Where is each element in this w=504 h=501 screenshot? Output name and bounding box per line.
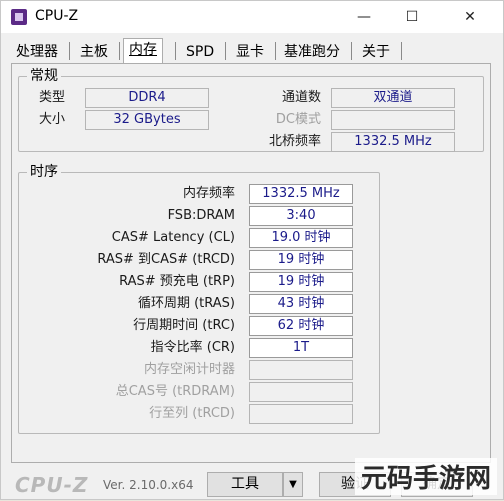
dc-mode-value	[331, 110, 455, 130]
type-label: 类型	[39, 90, 66, 105]
timing-value-trcd: 19 时钟	[249, 250, 353, 270]
timing-label-idle-timer: 内存空闲计时器	[143, 362, 235, 377]
memory-panel: 常规 类型 DDR4 大小 32 GBytes 通道数 双通道 DC模式 北桥频…	[11, 63, 491, 463]
title-bar[interactable]: CPU-Z — ☐ ✕	[1, 1, 503, 33]
channels-value: 双通道	[331, 88, 455, 108]
tab-about[interactable]: 关于	[357, 41, 395, 63]
timing-value-idle-timer	[249, 360, 353, 380]
tab-divider	[401, 42, 402, 60]
tab-bench[interactable]: 基准跑分	[279, 41, 345, 63]
timing-label-mem-frequency: 内存频率	[182, 186, 235, 201]
timing-value-fsb-dram: 3:40	[249, 206, 353, 226]
tab-divider	[225, 42, 226, 60]
nb-frequency-value: 1332.5 MHz	[331, 132, 455, 152]
tab-memory[interactable]: 内存	[123, 38, 163, 65]
timing-value-tras: 43 时钟	[249, 294, 353, 314]
tab-processor[interactable]: 处理器	[11, 41, 63, 63]
general-group-title: 常规	[27, 67, 61, 85]
timing-value-cas-latency: 19.0 时钟	[249, 228, 353, 248]
cpuz-window: CPU-Z — ☐ ✕ 处理器 主板 内存 SPD 显卡 基准跑分 关于 常规 …	[0, 0, 504, 500]
timing-value-trp: 19 时钟	[249, 272, 353, 292]
timing-label-tras: 循环周期 (tRAS)	[137, 296, 235, 311]
version-label: Ver. 2.10.0.x64	[103, 478, 194, 492]
timings-group: 时序 内存频率 1332.5 MHz FSB:DRAM 3:40 CAS# La…	[18, 163, 380, 434]
timing-value-command-rate: 1T	[249, 338, 353, 358]
nb-frequency-label: 北桥频率	[268, 134, 321, 149]
tools-button[interactable]: 工具	[207, 472, 283, 497]
timing-value-trc: 62 时钟	[249, 316, 353, 336]
size-value: 32 GBytes	[85, 110, 209, 130]
tab-divider	[275, 42, 276, 60]
tab-mainboard[interactable]: 主板	[75, 41, 113, 63]
general-group: 常规 类型 DDR4 大小 32 GBytes 通道数 双通道 DC模式 北桥频…	[18, 67, 484, 152]
timing-label-trp: RAS# 预充电 (tRP)	[119, 274, 235, 289]
close-button[interactable]: ✕	[447, 1, 493, 33]
maximize-button[interactable]: ☐	[389, 1, 435, 33]
size-label: 大小	[39, 112, 66, 127]
site-watermark: 元码手游网	[354, 458, 497, 495]
timing-label-trcd: RAS# 到CAS# (tRCD)	[97, 252, 235, 267]
tab-bar: 处理器 主板 内存 SPD 显卡 基准跑分 关于	[11, 38, 491, 65]
tab-spd[interactable]: SPD	[181, 41, 219, 63]
tab-divider	[351, 42, 352, 60]
cpuz-app-icon	[11, 9, 27, 25]
timing-label-command-rate: 指令比率 (CR)	[150, 340, 235, 355]
timing-value-row-to-column	[249, 404, 353, 424]
tab-graphics[interactable]: 显卡	[231, 41, 269, 63]
tab-divider	[69, 42, 70, 60]
timing-label-row-to-column: 行至列 (tRCD)	[149, 406, 235, 421]
timing-label-trdram: 总CAS号 (tRDRAM)	[115, 384, 235, 399]
tools-dropdown-arrow[interactable]: ▼	[283, 472, 303, 497]
type-value: DDR4	[85, 88, 209, 108]
tab-divider	[175, 42, 176, 60]
timings-group-title: 时序	[27, 163, 61, 181]
timing-label-trc: 行周期时间 (tRC)	[133, 318, 235, 333]
channels-label: 通道数	[281, 90, 321, 105]
minimize-button[interactable]: —	[341, 1, 387, 33]
timing-value-trdram	[249, 382, 353, 402]
cpuz-brand-logo: CPU-Z	[15, 473, 89, 497]
window-title: CPU-Z	[35, 8, 79, 24]
timing-value-mem-frequency: 1332.5 MHz	[249, 184, 353, 204]
timing-label-cas-latency: CAS# Latency (CL)	[111, 230, 235, 245]
tab-divider	[119, 42, 120, 60]
dc-mode-label: DC模式	[275, 112, 321, 127]
timing-label-fsb-dram: FSB:DRAM	[167, 208, 235, 223]
